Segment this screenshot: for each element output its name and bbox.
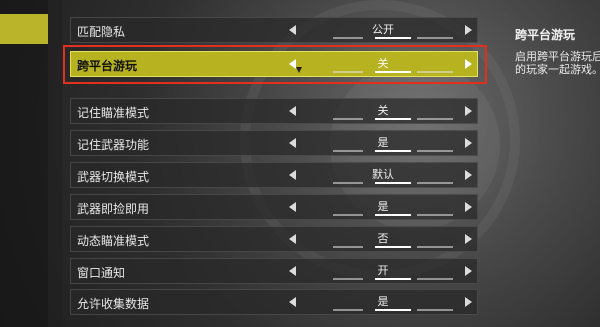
left-nav-strip xyxy=(0,0,48,327)
setting-label: 允许收集数据 xyxy=(77,297,150,311)
setting-value: 开 xyxy=(377,264,389,277)
right-arrow-icon[interactable] xyxy=(465,266,472,276)
setting-label: 匹配隐私 xyxy=(77,25,126,39)
setting-row[interactable]: 记住瞄准模式 关 xyxy=(70,98,478,124)
option-indicator xyxy=(375,182,411,184)
option-indicator xyxy=(375,214,411,216)
option-indicator xyxy=(333,278,363,280)
info-description-line2: 的玩家一起游戏。 xyxy=(515,63,600,76)
setting-label: 武器切换模式 xyxy=(77,170,150,184)
option-indicator xyxy=(417,37,453,39)
option-indicator xyxy=(333,37,363,39)
option-indicator xyxy=(375,246,411,248)
option-indicator xyxy=(417,309,453,311)
info-description: 启用跨平台游玩后 的玩家一起游戏。 xyxy=(515,50,600,76)
info-description-line1: 启用跨平台游玩后 xyxy=(515,50,600,63)
setting-row[interactable]: 允许收集数据 是 xyxy=(70,289,478,315)
setting-label: 记住瞄准模式 xyxy=(77,106,150,120)
option-indicator xyxy=(333,118,363,120)
option-indicator xyxy=(375,118,411,120)
left-arrow-icon[interactable] xyxy=(289,234,296,244)
left-arrow-icon[interactable] xyxy=(289,202,296,212)
mouse-cursor-icon xyxy=(296,67,302,73)
option-indicator xyxy=(375,309,411,311)
option-indicator xyxy=(375,150,411,152)
setting-label: 窗口通知 xyxy=(77,266,126,280)
left-arrow-icon[interactable] xyxy=(289,266,296,276)
right-arrow-icon[interactable] xyxy=(465,202,472,212)
left-arrow-icon[interactable] xyxy=(289,25,296,35)
info-title: 跨平台游玩 xyxy=(515,28,576,42)
setting-value: 默认 xyxy=(372,168,394,181)
left-arrow-icon[interactable] xyxy=(289,297,296,307)
option-indicator xyxy=(375,278,411,280)
setting-value: 是 xyxy=(377,200,389,213)
setting-row[interactable]: 武器切换模式 默认 xyxy=(70,162,478,188)
setting-value: 关 xyxy=(377,104,389,117)
setting-value: 公开 xyxy=(372,23,394,36)
setting-row[interactable]: 动态瞄准模式 否 xyxy=(70,226,478,252)
setting-row[interactable]: 武器即捡即用 是 xyxy=(70,194,478,220)
option-indicator xyxy=(417,118,453,120)
right-arrow-icon[interactable] xyxy=(465,170,472,180)
setting-value: 是 xyxy=(377,295,389,308)
setting-label: 记住武器功能 xyxy=(77,138,150,152)
setting-row[interactable]: 记住武器功能 是 xyxy=(70,130,478,156)
setting-label: 武器即捡即用 xyxy=(77,202,150,216)
option-indicator xyxy=(333,150,363,152)
option-indicator xyxy=(417,214,453,216)
setting-row[interactable]: 窗口通知 开 xyxy=(70,258,478,284)
option-indicator xyxy=(417,278,453,280)
right-arrow-icon[interactable] xyxy=(465,25,472,35)
setting-label: 动态瞄准模式 xyxy=(77,234,150,248)
left-nav-selected-tab[interactable] xyxy=(0,14,48,44)
option-indicator xyxy=(417,246,453,248)
right-arrow-icon[interactable] xyxy=(465,297,472,307)
setting-value: 是 xyxy=(377,136,389,149)
left-panel-edge xyxy=(48,0,62,327)
right-arrow-icon[interactable] xyxy=(465,106,472,116)
setting-row[interactable]: 匹配隐私 公开 xyxy=(70,17,478,43)
left-arrow-icon[interactable] xyxy=(289,138,296,148)
left-arrow-icon[interactable] xyxy=(289,170,296,180)
option-indicator xyxy=(417,182,453,184)
option-indicator xyxy=(333,182,363,184)
left-arrow-icon[interactable] xyxy=(289,106,296,116)
focus-outline xyxy=(63,45,487,84)
right-arrow-icon[interactable] xyxy=(465,138,472,148)
option-indicator xyxy=(333,309,363,311)
option-indicator xyxy=(333,214,363,216)
right-arrow-icon[interactable] xyxy=(465,234,472,244)
option-indicator xyxy=(333,246,363,248)
setting-value: 否 xyxy=(377,232,389,245)
option-indicator xyxy=(417,150,453,152)
option-indicator xyxy=(375,37,411,39)
